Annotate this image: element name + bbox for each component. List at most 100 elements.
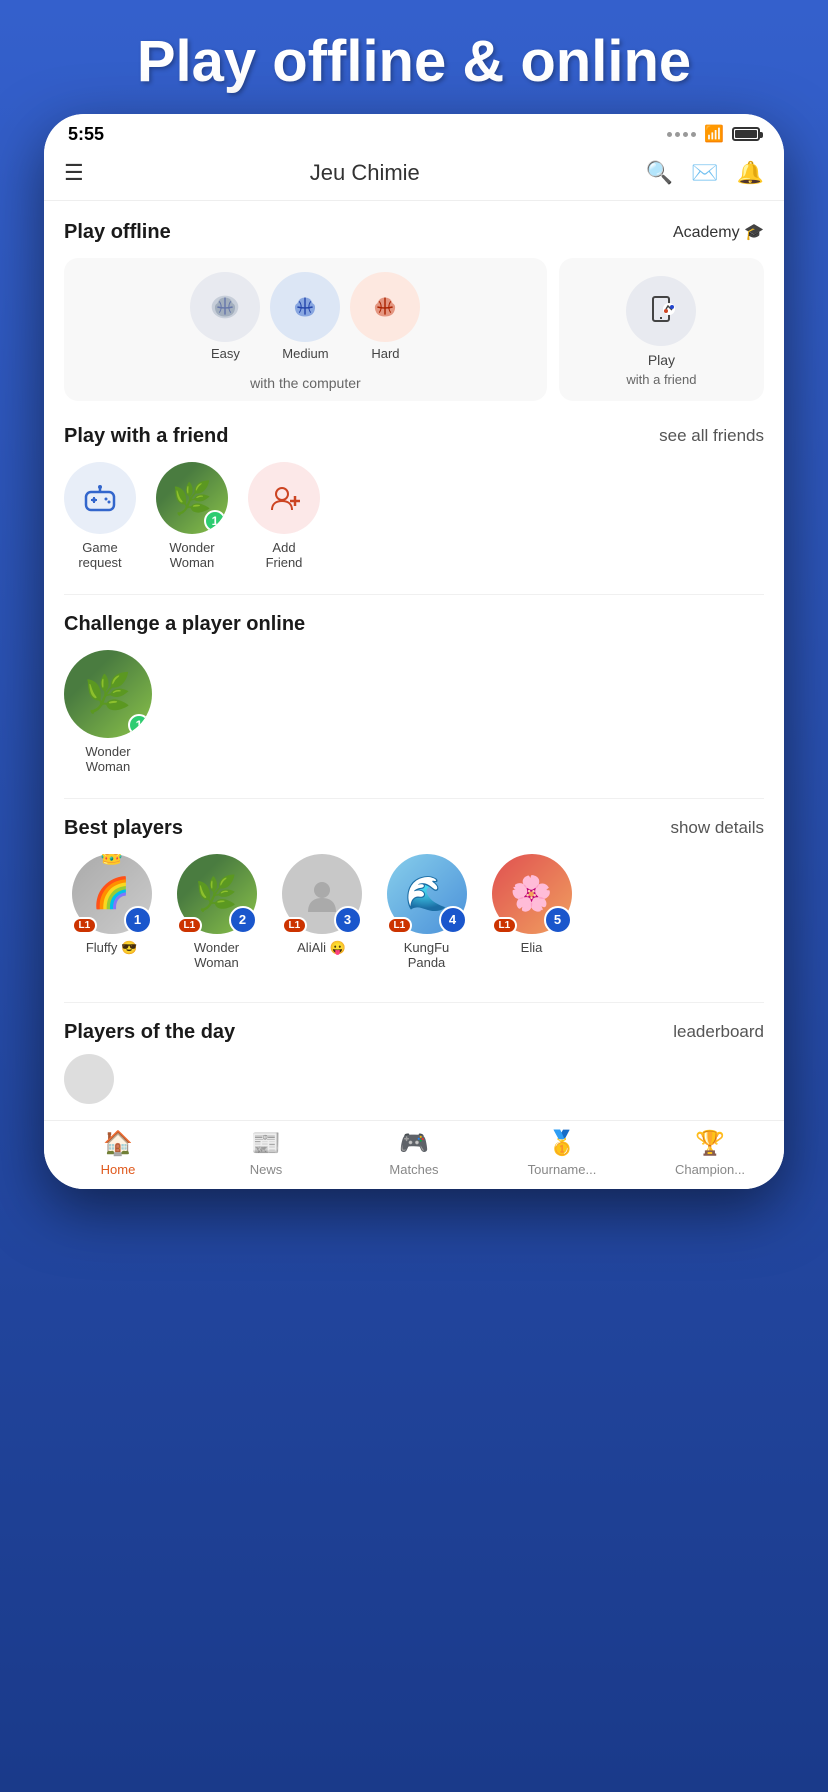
player-elia-wrap: 🌸 L1 5 — [492, 854, 572, 934]
challenge-wonder-woman[interactable]: 🌿 1 WonderWoman — [64, 650, 152, 774]
main-content: Play offline Academy 🎓 — [44, 201, 784, 1120]
app-title: Jeu Chimie — [84, 160, 646, 186]
nav-tab-champion[interactable]: 🏆 Champion... — [636, 1129, 784, 1177]
ali-rank: 3 — [334, 906, 362, 934]
banner-title: Play offline & online — [30, 30, 798, 94]
status-icons: 📶 — [667, 124, 760, 144]
players-day-list — [64, 1054, 764, 1120]
ww-name: WonderWoman — [194, 940, 239, 970]
status-time: 5:55 — [68, 124, 104, 145]
player-kp-wrap: 🌊 L1 4 — [387, 854, 467, 934]
hard-circle — [350, 272, 420, 342]
play-offline-title: Play offline — [64, 221, 171, 244]
elia-level: L1 — [492, 917, 518, 934]
challenge-header: Challenge a player online — [64, 613, 764, 636]
show-details-link[interactable]: show details — [670, 818, 764, 838]
academy-link[interactable]: Academy 🎓 — [673, 222, 764, 242]
add-friend-avatar — [248, 462, 320, 534]
play-label: Play — [648, 352, 675, 368]
difficulty-medium[interactable]: Medium — [270, 272, 340, 361]
difficulty-hard[interactable]: Hard — [350, 272, 420, 361]
nav-tab-news[interactable]: 📰 News — [192, 1129, 340, 1177]
crown-icon: 👑 — [99, 854, 124, 867]
fluffy-name: Fluffy 😎 — [86, 940, 137, 956]
friend-device-icon — [626, 276, 696, 346]
nav-icons: 🔍 ✉️ 🔔 — [646, 160, 764, 186]
wonder-woman-friend-item[interactable]: 🌿 1 WonderWoman — [156, 462, 228, 570]
players-day-title: Players of the day — [64, 1021, 235, 1044]
online-badge: 1 — [204, 510, 226, 532]
with-computer-label: with the computer — [250, 375, 361, 391]
see-all-friends-link[interactable]: see all friends — [659, 426, 764, 446]
challenge-title: Challenge a player online — [64, 613, 305, 636]
header-banner: Play offline & online — [0, 0, 828, 114]
play-friend-title: Play with a friend — [64, 425, 228, 448]
play-with-friend-card[interactable]: Play with a friend — [559, 258, 764, 401]
hamburger-icon[interactable]: ☰ — [64, 160, 84, 186]
difficulty-easy[interactable]: Easy — [190, 272, 260, 361]
ww-level: L1 — [177, 917, 203, 934]
wonder-woman-name: WonderWoman — [169, 540, 214, 570]
nav-tab-tournament[interactable]: 🥇 Tourname... — [488, 1129, 636, 1177]
player-aliali[interactable]: L1 3 AliAli 😛 — [274, 854, 369, 970]
fluffy-level: L1 — [72, 917, 98, 934]
leaderboard-link[interactable]: leaderboard — [673, 1022, 764, 1042]
nav-tab-matches[interactable]: 🎮 Matches — [340, 1129, 488, 1177]
best-players-list: 👑 🌈 L1 1 Fluffy 😎 🌿 L1 2 WonderWoman — [64, 854, 764, 978]
hard-label: Hard — [371, 346, 399, 361]
battery-icon — [732, 127, 760, 141]
play-offline-grid: Easy — [64, 258, 764, 401]
elia-rank: 5 — [544, 906, 572, 934]
with-friend-sublabel: with a friend — [626, 372, 696, 387]
news-label: News — [250, 1162, 283, 1177]
kp-rank: 4 — [439, 906, 467, 934]
brain-options: Easy — [190, 272, 420, 361]
player-fluffy[interactable]: 👑 🌈 L1 1 Fluffy 😎 — [64, 854, 159, 970]
top-nav: ☰ Jeu Chimie 🔍 ✉️ 🔔 — [44, 150, 784, 201]
ali-name: AliAli 😛 — [297, 940, 346, 956]
challenge-avatar: 🌿 1 — [64, 650, 152, 738]
nav-tab-home[interactable]: 🏠 Home — [44, 1129, 192, 1177]
players-day-header: Players of the day leaderboard — [64, 1021, 764, 1044]
friends-list: Gamerequest 🌿 1 WonderWoman — [64, 462, 764, 570]
tournament-icon: 🥇 — [547, 1129, 577, 1158]
phone-frame: 5:55 📶 ☰ Jeu Chimie 🔍 ✉️ 🔔 — [44, 114, 784, 1189]
tournament-label: Tourname... — [528, 1162, 597, 1177]
signal-dots — [667, 132, 696, 137]
champion-icon: 🏆 — [695, 1129, 725, 1158]
bell-icon[interactable]: 🔔 — [737, 160, 764, 186]
ali-level: L1 — [282, 917, 308, 934]
add-friend-item[interactable]: AddFriend — [248, 462, 320, 570]
message-icon[interactable]: ✉️ — [691, 160, 718, 186]
player-fluffy-wrap: 👑 🌈 L1 1 — [72, 854, 152, 934]
easy-circle — [190, 272, 260, 342]
player-wonder-woman[interactable]: 🌿 L1 2 WonderWoman — [169, 854, 264, 970]
fluffy-rank: 1 — [124, 906, 152, 934]
kp-level: L1 — [387, 917, 413, 934]
player-elia[interactable]: 🌸 L1 5 Elia — [484, 854, 579, 970]
challenge-name: WonderWoman — [85, 744, 130, 774]
computer-options[interactable]: Easy — [64, 258, 547, 401]
player-kungfu[interactable]: 🌊 L1 4 KungFuPanda — [379, 854, 474, 970]
add-friend-label: AddFriend — [266, 540, 303, 570]
medium-circle — [270, 272, 340, 342]
player-ali-wrap: L1 3 — [282, 854, 362, 934]
challenge-list: 🌿 1 WonderWoman — [64, 650, 764, 774]
game-request-avatar — [64, 462, 136, 534]
play-friend-header: Play with a friend see all friends — [64, 425, 764, 448]
bottom-nav: 🏠 Home 📰 News 🎮 Matches 🥇 Tourname... 🏆 … — [44, 1120, 784, 1189]
wifi-icon: 📶 — [704, 124, 724, 144]
challenge-section: Challenge a player online 🌿 1 WonderWoma… — [64, 613, 764, 774]
best-players-title: Best players — [64, 817, 183, 840]
elia-name: Elia — [521, 940, 543, 955]
easy-label: Easy — [211, 346, 240, 361]
matches-label: Matches — [389, 1162, 438, 1177]
wonder-woman-avatar: 🌿 1 — [156, 462, 228, 534]
game-request-item[interactable]: Gamerequest — [64, 462, 136, 570]
search-icon[interactable]: 🔍 — [646, 160, 673, 186]
online-badge-challenge: 1 — [128, 714, 150, 736]
medium-label: Medium — [282, 346, 328, 361]
home-icon: 🏠 — [103, 1129, 133, 1158]
ww-rank: 2 — [229, 906, 257, 934]
player-ww-wrap: 🌿 L1 2 — [177, 854, 257, 934]
